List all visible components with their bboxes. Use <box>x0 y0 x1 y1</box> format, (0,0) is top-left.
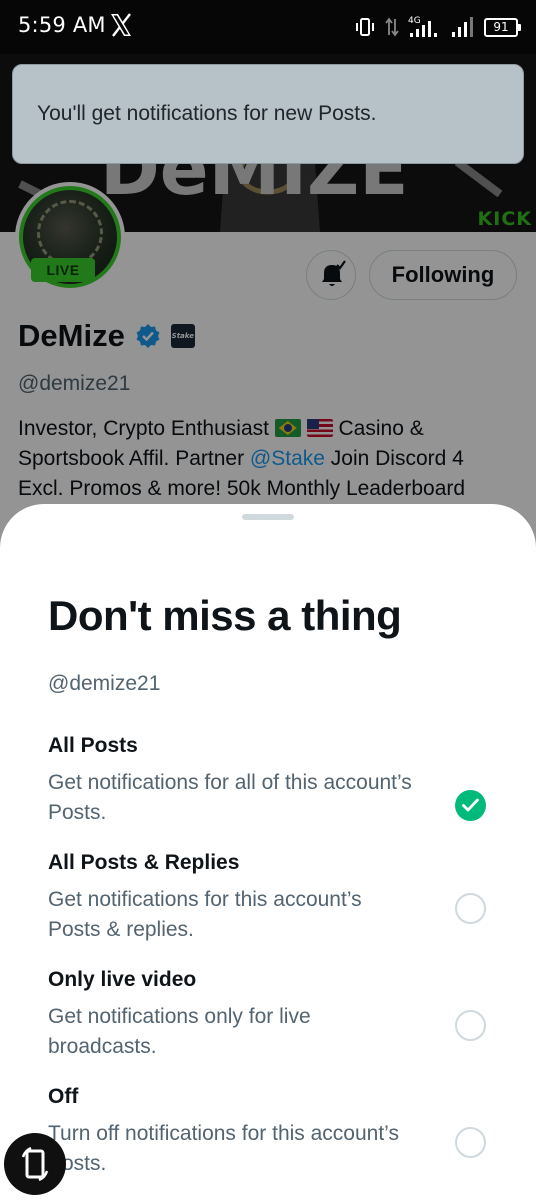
x-logo-icon <box>111 13 131 37</box>
checkmark-icon <box>462 798 479 812</box>
toast-notification: You'll get notifications for new Posts. <box>12 64 524 164</box>
signal-4g-icon: 4G <box>408 16 437 37</box>
option-title: All Posts <box>48 734 138 757</box>
radio-selected[interactable] <box>455 790 486 821</box>
radio-unselected[interactable] <box>455 893 486 924</box>
option-description: Turn off notifications for this account’… <box>48 1122 399 1175</box>
sheet-drag-handle[interactable] <box>242 514 294 520</box>
option-description: Get notifications for this account’s Pos… <box>48 888 362 941</box>
vibrate-icon <box>356 18 374 36</box>
sheet-title: Don't miss a thing <box>48 592 402 639</box>
notification-settings-sheet: Don't miss a thing @demize21 All Posts G… <box>0 504 536 1200</box>
status-bar: 5:59 AM 4G 91 <box>0 0 536 54</box>
radio-unselected[interactable] <box>455 1010 486 1041</box>
signal-icon <box>452 17 473 37</box>
svg-text:4G: 4G <box>408 16 421 26</box>
option-only-live-video[interactable]: Only live video Get notifications only f… <box>0 968 536 1080</box>
battery-icon: 91 <box>484 17 521 37</box>
option-title: Off <box>48 1085 79 1108</box>
screen-rotate-button[interactable] <box>4 1133 66 1195</box>
option-off[interactable]: Off Turn off notifications for this acco… <box>0 1085 536 1197</box>
data-arrows-icon <box>385 17 399 37</box>
option-description: Get notifications only for live broadcas… <box>48 1005 311 1058</box>
option-all-posts[interactable]: All Posts Get notifications for all of t… <box>0 734 536 846</box>
rotate-screen-icon <box>21 1146 49 1182</box>
battery-level: 91 <box>493 19 509 34</box>
status-time: 5:59 AM <box>18 13 106 37</box>
radio-unselected[interactable] <box>455 1127 486 1158</box>
option-all-posts-replies[interactable]: All Posts & Replies Get notifications fo… <box>0 851 536 963</box>
sheet-handle: @demize21 <box>48 672 161 695</box>
option-description: Get notifications for all of this accoun… <box>48 771 412 824</box>
option-title: All Posts & Replies <box>48 851 240 874</box>
option-title: Only live video <box>48 968 197 991</box>
toast-message: You'll get notifications for new Posts. <box>37 102 377 125</box>
